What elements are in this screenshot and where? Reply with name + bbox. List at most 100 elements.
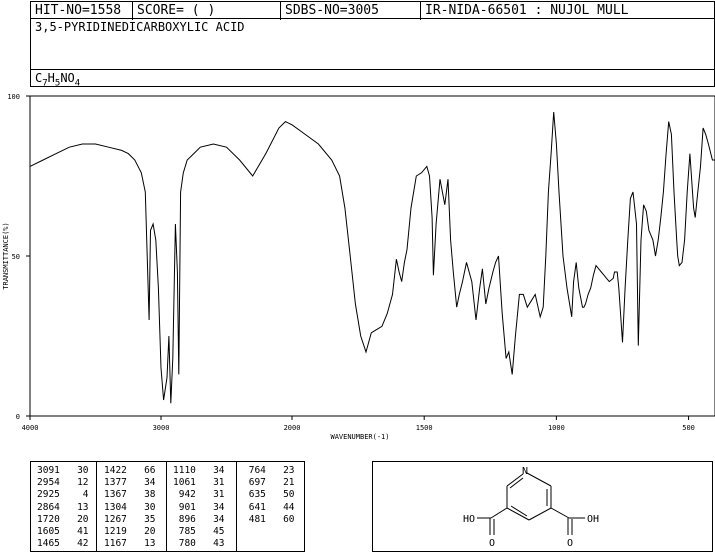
- peak-transmittance: 21: [283, 477, 295, 489]
- peak-column: 764 23 697 21 635 50 641 44 481 60: [243, 465, 295, 526]
- peak-transmittance: 66: [144, 465, 156, 476]
- hydroxyl-label-right: OH: [587, 514, 599, 525]
- peak-wavenumber: 1377: [104, 477, 127, 489]
- peak-transmittance: 42: [77, 538, 89, 550]
- plot-frame: [29, 95, 715, 417]
- peak-transmittance: 30: [144, 501, 156, 513]
- peak-row: 1304 30: [104, 502, 156, 514]
- peak-transmittance: 30: [77, 465, 89, 476]
- peak-row: 901 34: [173, 502, 225, 514]
- ring-bond: [528, 507, 552, 521]
- peak-row: 1377 34: [104, 477, 156, 489]
- peak-wavenumber: 2954: [37, 477, 60, 489]
- peak-wavenumber: 635: [243, 489, 266, 501]
- peak-transmittance: 44: [283, 501, 295, 513]
- peak-row: 1367 38: [104, 489, 156, 501]
- peak-row: 635 50: [243, 489, 295, 501]
- peak-wavenumber: 1367: [104, 489, 127, 501]
- peak-row: 2925 4: [37, 489, 89, 501]
- peak-wavenumber: 1167: [104, 538, 127, 550]
- peak-row: 1267 35: [104, 514, 156, 526]
- peak-row: 2864 13: [37, 502, 89, 514]
- peak-row: 764 23: [243, 465, 295, 477]
- spectrum-line: [29, 111, 715, 404]
- table-divider: [236, 462, 237, 551]
- peak-wavenumber: 481: [243, 513, 266, 525]
- peak-transmittance: 31: [213, 489, 225, 501]
- peak-transmittance: 13: [144, 538, 156, 550]
- x-tick-label: 1500: [416, 424, 433, 432]
- substituent-bond: [550, 507, 570, 519]
- peak-transmittance: 60: [283, 513, 295, 525]
- peak-row: 1061 31: [173, 477, 225, 489]
- peak-row: 1219 20: [104, 526, 156, 538]
- peak-wavenumber: 2925: [37, 489, 60, 501]
- peak-row: 2954 12: [37, 477, 89, 489]
- x-tick-label: 500: [682, 424, 695, 432]
- peak-row: 780 43: [173, 538, 225, 550]
- hydroxyl-label-left: HO: [463, 514, 475, 525]
- peak-wavenumber: 1267: [104, 513, 127, 525]
- peak-row: 1465 42: [37, 538, 89, 550]
- peak-transmittance: 34: [213, 501, 225, 513]
- peak-row: 1605 41: [37, 526, 89, 538]
- peak-wavenumber: 1061: [173, 477, 196, 489]
- table-divider: [166, 462, 167, 551]
- peak-transmittance: 38: [144, 489, 156, 501]
- peak-wavenumber: 1720: [37, 513, 60, 525]
- ir-spectrum-chart: 0 50 100 4000 3000 2000 1500 1000 500 TRANSMITT…: [2, 93, 715, 441]
- peak-transmittance: 13: [77, 501, 89, 513]
- peak-table: 3091 30 2954 12 2925 4 2864 13 1720 20 1605 4…: [30, 461, 305, 552]
- peak-transmittance: 35: [144, 513, 156, 525]
- peak-row: 697 21: [243, 477, 295, 489]
- peak-row: 641 44: [243, 502, 295, 514]
- peak-transmittance: 45: [213, 525, 225, 537]
- peak-wavenumber: 764: [243, 465, 266, 476]
- peak-column: 1110 34 1061 31 942 31 901 34 896 34 785 …: [173, 465, 225, 550]
- peak-wavenumber: 3091: [37, 465, 60, 476]
- peak-wavenumber: 1110: [173, 465, 196, 476]
- oxygen-label-right: O: [567, 538, 573, 549]
- peak-row: 942 31: [173, 489, 225, 501]
- structure-box: N HO OH O O: [372, 461, 713, 552]
- peak-wavenumber: 697: [243, 477, 266, 489]
- molecule-structure: N HO OH O O: [463, 466, 599, 549]
- peak-wavenumber: 1465: [37, 538, 60, 550]
- peak-transmittance: 50: [283, 489, 295, 501]
- peak-transmittance: 41: [77, 525, 89, 537]
- nitrogen-label: N: [522, 466, 528, 477]
- substituent-bond: [490, 507, 508, 519]
- x-axis-label: WAVENUMBER(-1): [330, 433, 389, 441]
- y-tick-label: 0: [16, 413, 20, 421]
- x-tick-label: 2000: [284, 424, 301, 432]
- peak-row: 896 34: [173, 514, 225, 526]
- peak-wavenumber: 1304: [104, 501, 127, 513]
- peak-wavenumber: 901: [173, 501, 196, 513]
- x-tick-label: 3000: [153, 424, 170, 432]
- peak-transmittance: 20: [77, 513, 89, 525]
- table-divider: [96, 462, 97, 551]
- peak-wavenumber: 1605: [37, 525, 60, 537]
- x-tick-label: 1000: [548, 424, 565, 432]
- peak-wavenumber: 1219: [104, 525, 127, 537]
- ring-bond: [526, 472, 552, 487]
- peak-transmittance: 31: [213, 477, 225, 489]
- peak-row: 1110 34: [173, 465, 225, 477]
- x-tick-label: 4000: [22, 424, 39, 432]
- peak-transmittance: 4: [77, 489, 89, 501]
- peak-wavenumber: 785: [173, 525, 196, 537]
- peak-row: 1422 66: [104, 465, 156, 477]
- peak-row: 1720 20: [37, 514, 89, 526]
- peak-transmittance: 43: [213, 538, 225, 550]
- peak-row: 3091 30: [37, 465, 89, 477]
- peak-wavenumber: 780: [173, 538, 196, 550]
- peak-wavenumber: 1422: [104, 465, 127, 476]
- peak-row: 481 60: [243, 514, 295, 526]
- oxygen-label-left: O: [489, 538, 495, 549]
- peak-transmittance: 12: [77, 477, 89, 489]
- peak-wavenumber: 942: [173, 489, 196, 501]
- peak-transmittance: 34: [213, 513, 225, 525]
- peak-row: 785 45: [173, 526, 225, 538]
- peak-wavenumber: 896: [173, 513, 196, 525]
- peak-wavenumber: 641: [243, 501, 266, 513]
